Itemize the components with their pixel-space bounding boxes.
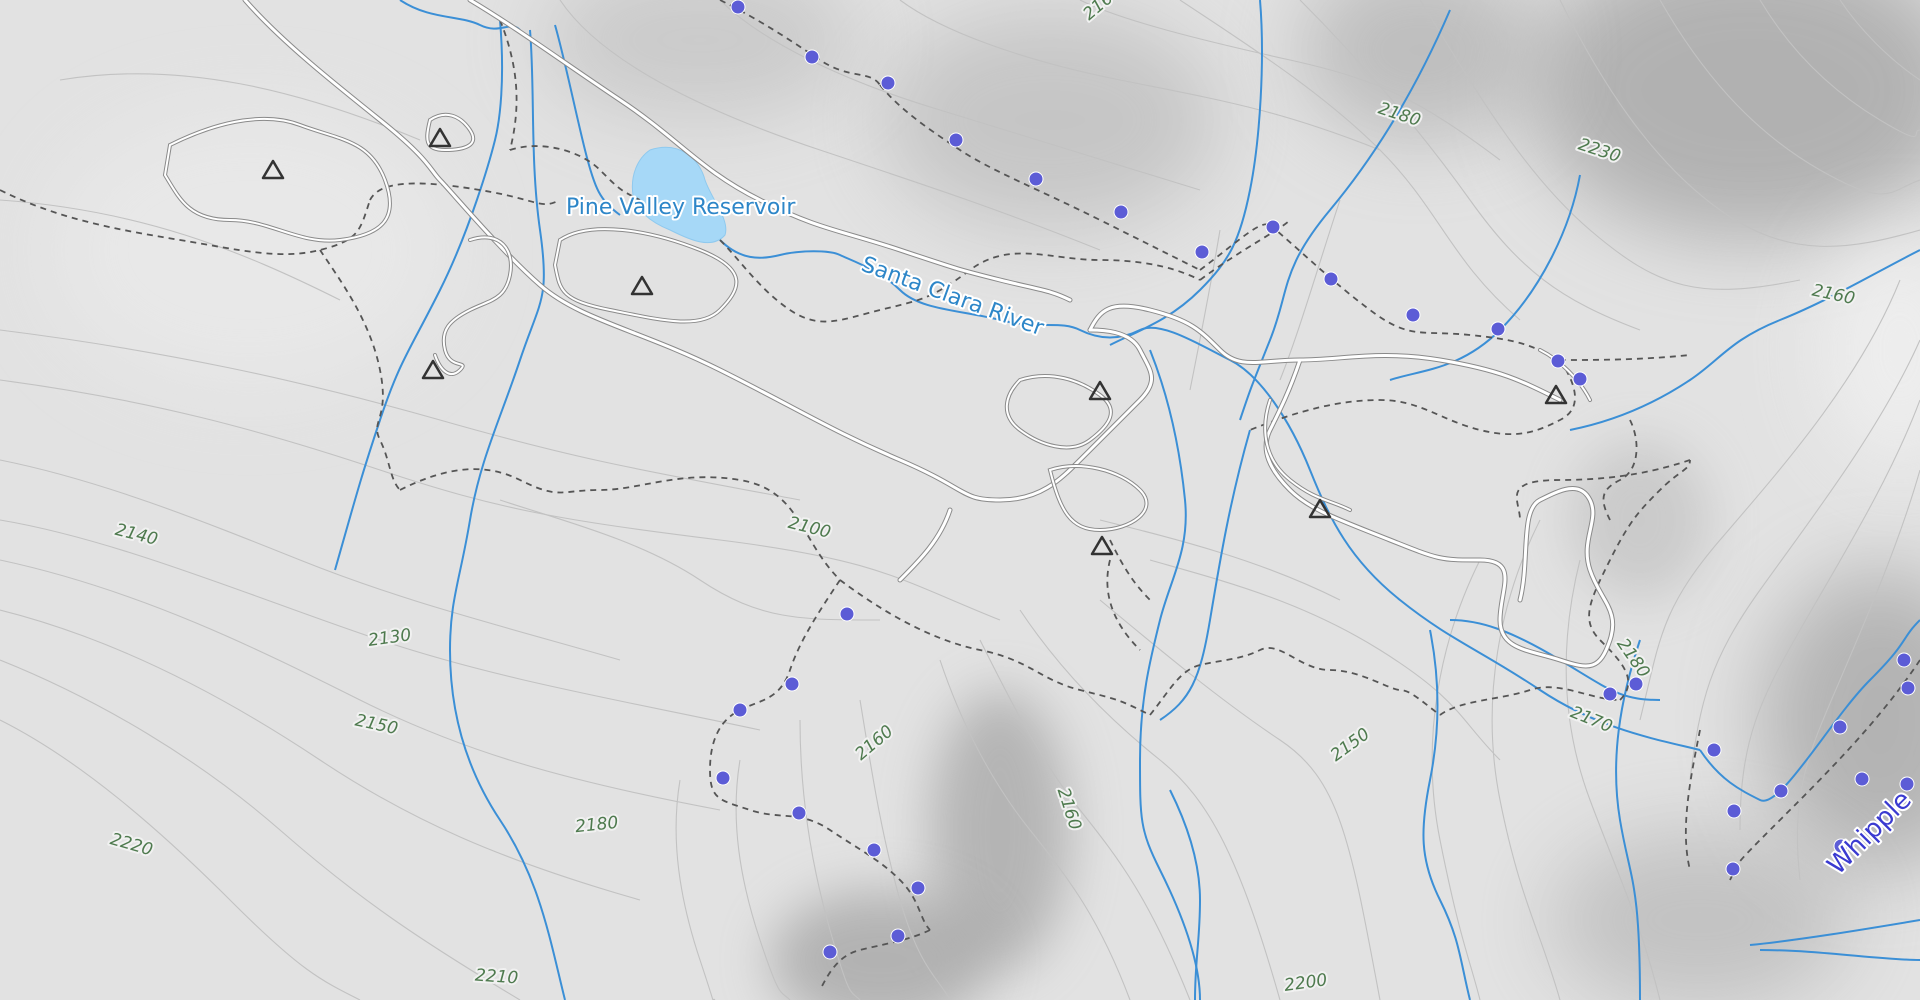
contour-label: 2160 <box>851 721 897 764</box>
trail-marker-dot-icon[interactable] <box>1725 861 1741 877</box>
reservoir-label: Pine Valley Reservoir <box>566 195 796 220</box>
trail-marker-dot-icon[interactable] <box>1602 686 1618 702</box>
trail-marker-dot-icon[interactable] <box>822 944 838 960</box>
contour-label: 2210 <box>474 965 519 988</box>
trail-marker-dot-icon[interactable] <box>1550 353 1566 369</box>
trail-marker-dot-icon[interactable] <box>1854 771 1870 787</box>
contour-label: 2180 <box>1612 635 1653 682</box>
contour-label: 2180 <box>574 813 619 837</box>
contour-label: 2220 <box>108 829 155 860</box>
trail-marker-dot-icon[interactable] <box>1706 742 1722 758</box>
trail-marker-dot-icon[interactable] <box>1900 680 1916 696</box>
trail-marker-dot-icon[interactable] <box>910 880 926 896</box>
map-canvas[interactable]: 2140 2130 2150 2220 2180 2210 2100 2160 … <box>0 0 1920 1000</box>
trail-marker-dot-icon[interactable] <box>1323 271 1339 287</box>
trail-marker-dot-icon[interactable] <box>1832 719 1848 735</box>
stream-center-b <box>1169 789 1202 1000</box>
trail-marker-dot-icon[interactable] <box>948 132 964 148</box>
trail-marker-dot-icon[interactable] <box>732 702 748 718</box>
trail-marker-dot-icon[interactable] <box>1899 776 1915 792</box>
trail-marker-dot-icon[interactable] <box>1490 321 1506 337</box>
trail-marker-dot-icon[interactable] <box>1773 783 1789 799</box>
trail-marker-dot-icon[interactable] <box>1265 219 1281 235</box>
contour-label: 2150 <box>1327 724 1374 766</box>
trail-marker-dot-icon[interactable] <box>866 842 882 858</box>
trail-marker-dot-icon[interactable] <box>1896 652 1912 668</box>
trail-marker-dot-icon[interactable] <box>715 770 731 786</box>
contour-label: 2130 <box>367 625 413 651</box>
contour-label: 2150 <box>353 711 399 740</box>
trail-marker-dot-icon[interactable] <box>1405 307 1421 323</box>
trail-marker-dot-icon[interactable] <box>730 0 746 15</box>
stream-north-c <box>1389 174 1581 381</box>
trail-marker-dot-icon[interactable] <box>1194 244 1210 260</box>
trail-marker-dot-icon[interactable] <box>1572 371 1588 387</box>
campsite-triangle-icon[interactable] <box>428 127 452 148</box>
topographic-map[interactable]: 2140 2130 2150 2220 2180 2210 2100 2160 … <box>0 0 1920 1000</box>
trail-marker-dot-icon[interactable] <box>791 805 807 821</box>
campsite-triangle-icon[interactable] <box>630 275 654 296</box>
trail-marker-dot-icon[interactable] <box>1113 204 1129 220</box>
trail-marker-dot-icon[interactable] <box>804 49 820 65</box>
campsites <box>261 127 1568 556</box>
trail-marker-dot-icon[interactable] <box>1028 171 1044 187</box>
trail-marker-dot-icon[interactable] <box>784 676 800 692</box>
contour-label: 2170 <box>1567 702 1615 737</box>
trail-marker-dot-icon[interactable] <box>890 928 906 944</box>
trail-marker-dot-icon[interactable] <box>880 75 896 91</box>
campsite-triangle-icon[interactable] <box>1090 535 1114 556</box>
trail-marker-dot-icon[interactable] <box>839 606 855 622</box>
contour-label: 2200 <box>1283 970 1329 996</box>
trail-marker-dot-icon[interactable] <box>1726 803 1742 819</box>
contour-label: 2140 <box>113 520 160 550</box>
